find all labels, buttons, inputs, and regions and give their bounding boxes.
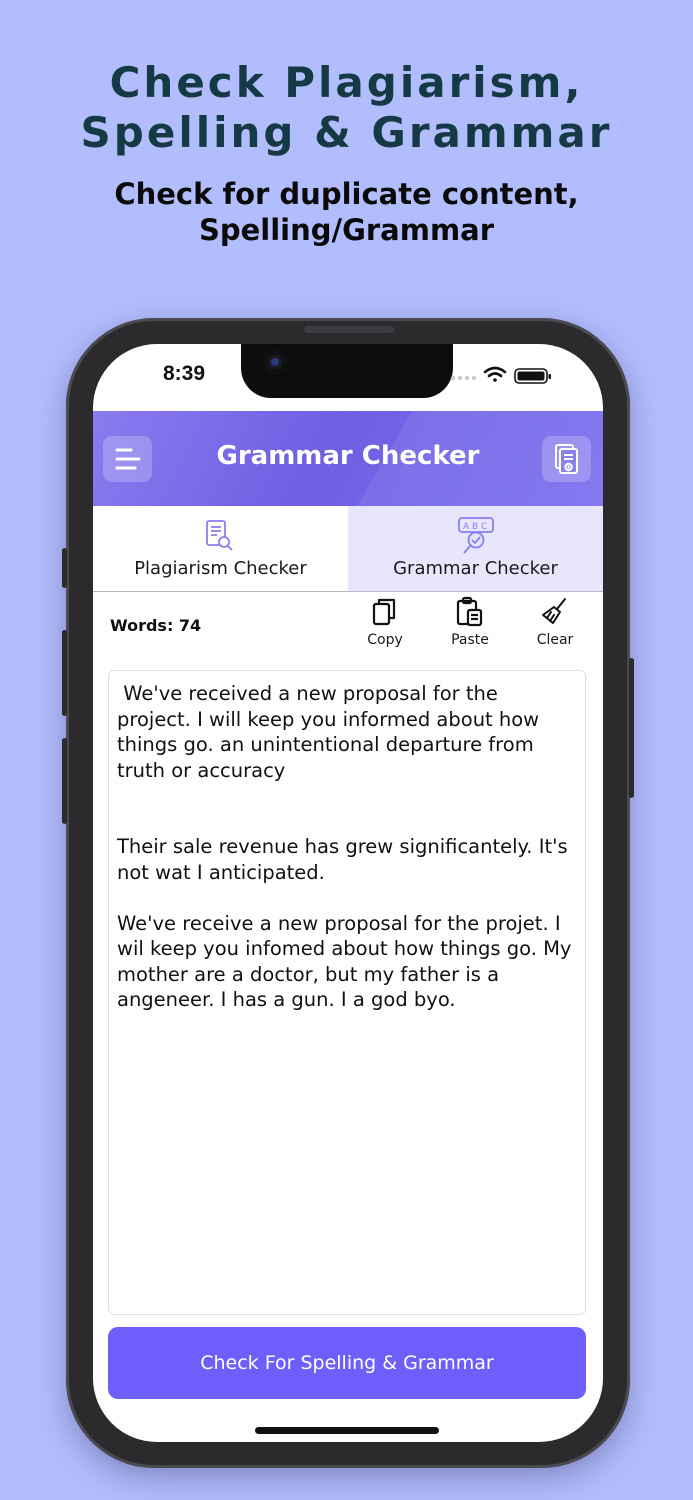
phone-speaker — [304, 326, 394, 333]
check-spelling-grammar-button[interactable]: Check For Spelling & Grammar — [108, 1327, 586, 1399]
copy-button[interactable]: Copy — [350, 596, 420, 648]
header-title: Grammar Checker — [216, 441, 480, 471]
promo-title-line-2: Spelling & Grammar — [80, 108, 613, 157]
clear-label: Clear — [536, 632, 574, 648]
spell-check-icon: A B C — [458, 517, 494, 554]
phone-volume-up — [62, 630, 67, 716]
status-icons — [449, 366, 559, 384]
text-editor[interactable]: We've received a new proposal for the pr… — [108, 670, 586, 1315]
word-count: Words: 74 — [110, 616, 202, 635]
phone-frame: 8:39 Grammar Checker Plagiarism Checker … — [62, 318, 634, 1468]
notch — [241, 344, 453, 398]
paste-button[interactable]: Paste — [435, 596, 505, 648]
upload-document-button[interactable] — [542, 436, 591, 482]
phone-mute-switch — [62, 548, 67, 588]
paste-label: Paste — [451, 632, 489, 648]
phone-volume-down — [62, 738, 67, 824]
wifi-icon — [483, 366, 507, 382]
promo-subtitle-line-2: Spelling/Grammar — [198, 213, 495, 247]
phone-screen: 8:39 Grammar Checker Plagiarism Checker … — [93, 344, 603, 1442]
app-header: Grammar Checker — [93, 411, 603, 506]
signal-icon — [450, 375, 477, 381]
tab-plagiarism-checker[interactable]: Plagiarism Checker — [93, 506, 348, 591]
copy-label: Copy — [367, 632, 403, 648]
promo-subtitle: Check for duplicate content, Spelling/Gr… — [0, 176, 693, 248]
clear-button[interactable]: Clear — [520, 596, 590, 648]
upload-document-icon — [555, 444, 578, 474]
paste-icon — [456, 596, 483, 627]
home-indicator — [255, 1427, 439, 1434]
broom-icon — [542, 598, 566, 624]
svg-text:A B C: A B C — [463, 522, 487, 532]
battery-icon — [514, 368, 551, 384]
promo-title: Check Plagiarism, Spelling & Grammar — [0, 58, 693, 158]
front-camera — [263, 350, 287, 374]
phone-power-button — [629, 658, 634, 798]
checker-tabs: Plagiarism Checker A B C Grammar Checker — [93, 506, 603, 592]
status-time: 8:39 — [163, 362, 206, 385]
promo-subtitle-line-1: Check for duplicate content, — [114, 177, 579, 211]
tab-plagiarism-label: Plagiarism Checker — [134, 558, 307, 579]
tab-grammar-checker[interactable]: A B C Grammar Checker — [348, 506, 603, 591]
promo-title-line-1: Check Plagiarism, — [109, 58, 584, 107]
copy-icon — [372, 598, 396, 626]
tab-grammar-label: Grammar Checker — [393, 558, 558, 579]
document-search-icon — [206, 520, 233, 551]
